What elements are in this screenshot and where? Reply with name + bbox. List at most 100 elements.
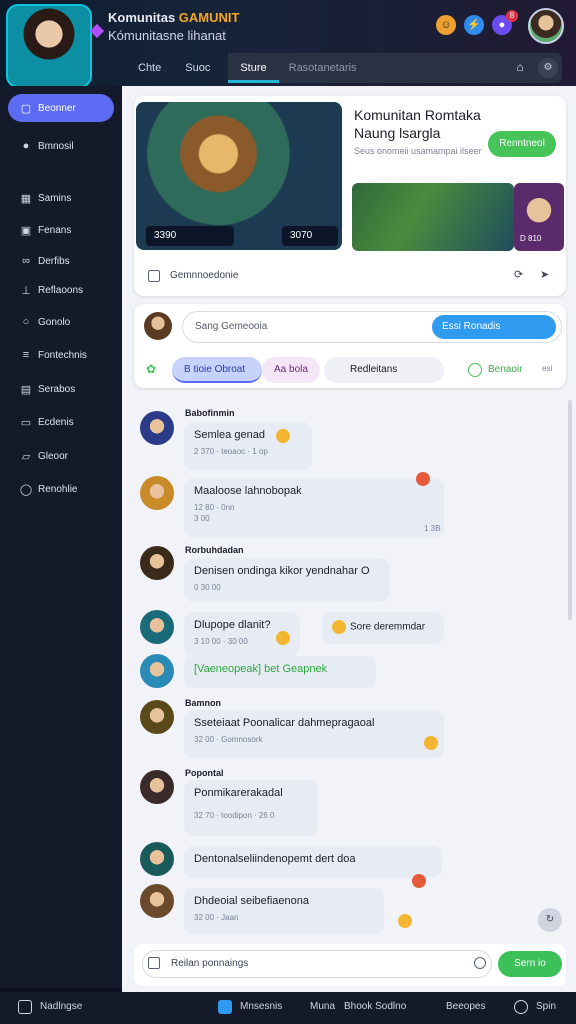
sidebar-item-label: Samins <box>38 192 72 204</box>
message-input[interactable]: Reilan ponnaings <box>142 950 492 978</box>
emoji-icon <box>276 429 290 443</box>
sparkle-icon <box>89 23 105 39</box>
featured-badge-left: 3390 <box>146 226 234 246</box>
featured-description: Seus onomeii usamampai ilseer <box>354 146 482 156</box>
reply-bubble: Sore deremmdar <box>322 612 444 644</box>
bottom-bar: Nadlngse Mnsesnis Muna Bhook Sodlno Beeo… <box>0 992 576 1024</box>
message-meta: 12 80 · 0nn <box>194 503 235 512</box>
message-text: [Vaeneopeak] bet Geapnek <box>194 663 328 675</box>
sidebar-item-label: Serabos <box>38 383 76 395</box>
message-bubble: Ponmikarerakadal 32 70 · toodipon · 26 0 <box>184 780 318 836</box>
lightning-icon[interactable]: ⚡ <box>464 15 484 35</box>
comment-icon <box>148 270 160 282</box>
sidebar-item-bmnosil[interactable]: ● Bmnosil <box>8 132 114 160</box>
message-meta: 32 70 · toodipon · 26 0 <box>194 811 275 820</box>
profile-avatar[interactable] <box>6 4 92 88</box>
reaction-icon[interactable] <box>416 472 430 486</box>
sidebar-item-fontechnis[interactable]: ≡ Fontechnis <box>8 341 114 369</box>
message-author: Popontal <box>185 768 224 778</box>
message-author: Babofinmin <box>185 408 235 418</box>
sidebar-item-ecdenis[interactable]: ▭ Ecdenis <box>8 408 114 436</box>
message-bubble: [Vaeneopeak] bet Geapnek <box>184 656 376 688</box>
sidebar-item-beonner[interactable]: ▢ Beonner <box>8 94 114 122</box>
message-avatar[interactable] <box>140 476 174 510</box>
sidebar-item-gleoor[interactable]: ▱ Gleoor <box>8 442 114 470</box>
tab-chat[interactable]: Chte <box>126 53 173 83</box>
reaction-icon[interactable] <box>412 874 426 888</box>
sidebar-item-renohlie[interactable]: ◯ Renohlie <box>8 475 114 503</box>
message-bubble: Dentonalseliindenopemt dert doa <box>184 846 442 878</box>
bottom-item-messages[interactable]: Mnsesnis <box>240 1001 282 1012</box>
message-bubble: Semlea genad 2 370 · teoaoc · 1 op <box>184 422 312 470</box>
emoji-picker-icon[interactable] <box>474 957 486 969</box>
message-author: Bamnon <box>185 698 221 708</box>
message-avatar[interactable] <box>140 884 174 918</box>
send-icon[interactable]: ➤ <box>540 268 549 281</box>
message-meta: 32 00 · Gomnosork <box>194 735 263 744</box>
chat-icon: ▢ <box>20 102 32 115</box>
tab-store[interactable]: Sture <box>228 53 279 83</box>
bottom-item-nadlngse[interactable]: Nadlngse <box>40 1001 82 1012</box>
message-author: Rorbuhdadan <box>185 545 244 555</box>
gameplay-thumbnail[interactable] <box>352 183 514 251</box>
brand-highlight: GAMUNIT <box>178 10 240 25</box>
message-bubble: Dhdeoial seibefiaenona 32 00 · Jaan <box>184 888 384 934</box>
emoji-icon <box>398 914 412 928</box>
bottom-item-muna[interactable]: Muna <box>310 1001 335 1012</box>
chip-bola[interactable]: Aa bola <box>262 357 320 383</box>
trophy-icon[interactable]: ☺ <box>436 15 456 35</box>
tab-suoc[interactable]: Suoc <box>173 53 222 83</box>
scroll-down-icon[interactable]: ↻ <box>538 908 562 932</box>
chip-benaoir[interactable]: Benaoir <box>468 357 524 383</box>
message-avatar[interactable] <box>140 546 174 580</box>
message-avatar[interactable] <box>140 770 174 804</box>
composer-send-button[interactable]: Essi Ronadis <box>432 315 556 339</box>
share-icon[interactable]: ⟳ <box>514 268 523 281</box>
sidebar-item-fenans[interactable]: ▣ Fenans <box>8 216 114 244</box>
brand-title: Komunitas GAMUNIT <box>108 10 239 25</box>
sidebar-item-label: Ecdenis <box>38 416 74 428</box>
sidebar-item-serabos[interactable]: ▤ Serabos <box>8 375 114 403</box>
featured-badge-right: 3070 <box>282 226 338 246</box>
emoji-icon <box>332 620 346 634</box>
message-meta: 3 00 <box>194 514 210 523</box>
chip-redleitans[interactable]: Redleitans <box>324 357 444 383</box>
bottom-item-beeopes[interactable]: Beeopes <box>446 1001 485 1012</box>
settings-icon[interactable]: ⚙ <box>538 58 558 78</box>
message-avatar[interactable] <box>140 610 174 644</box>
chat-scrollbar[interactable] <box>568 400 572 620</box>
send-message-button[interactable]: Sern io <box>498 951 562 977</box>
message-meta: 32 00 · Jaan <box>194 913 239 922</box>
message-avatar[interactable] <box>140 411 174 445</box>
sidebar-item-label: Gleoor <box>38 450 69 462</box>
sidebar-item-label: Derfibs <box>38 255 70 267</box>
attachment-icon[interactable] <box>148 957 160 969</box>
bottom-item-book[interactable]: Bhook Sodlno <box>344 1001 406 1012</box>
sidebar-item-reflaoons[interactable]: ⊥ Reflaoons <box>8 276 114 304</box>
message-avatar[interactable] <box>140 700 174 734</box>
featured-footer-label[interactable]: Gemnnoedonie <box>170 270 238 281</box>
message-text: Denisen ondinga kikor yendnahar O <box>194 565 370 577</box>
featured-title: Komunitan Romtaka Naung lsargla <box>354 107 481 141</box>
sidebar-item-gonolo[interactable]: ○ Gonolo <box>8 308 114 336</box>
calendar-icon: ▣ <box>20 224 32 237</box>
app-header: Komunitas GAMUNIT Kómunitasne lihanat ☺ … <box>0 0 576 90</box>
book-icon: ▤ <box>20 383 32 396</box>
message-text: Ponmikarerakadal <box>194 787 283 799</box>
user-icon <box>514 1000 528 1014</box>
chart-icon: ⊥ <box>21 284 31 297</box>
sidebar-item-samins[interactable]: ▦ Samins <box>8 184 114 212</box>
message-text: Dlupope dlanit? <box>194 619 271 631</box>
chip-broadcast[interactable]: B tioie Obroat <box>172 357 262 383</box>
sidebar-item-derfibs[interactable]: ∞ Derfibs <box>8 247 114 275</box>
message-avatar[interactable] <box>140 654 174 688</box>
featured-cta-button[interactable]: Renntneol <box>488 131 556 157</box>
message-avatar[interactable] <box>140 842 174 876</box>
doc-icon: ▭ <box>20 416 32 429</box>
message-text: Dentonalseliindenopemt dert doa <box>194 853 356 865</box>
bottom-item-spin[interactable]: Spin <box>536 1001 556 1012</box>
user-avatar[interactable] <box>528 8 564 44</box>
dot-icon: ● <box>22 140 30 152</box>
message-text: Dhdeoial seibefiaenona <box>194 895 309 907</box>
bookmark-icon[interactable]: ⌂ <box>512 60 528 76</box>
